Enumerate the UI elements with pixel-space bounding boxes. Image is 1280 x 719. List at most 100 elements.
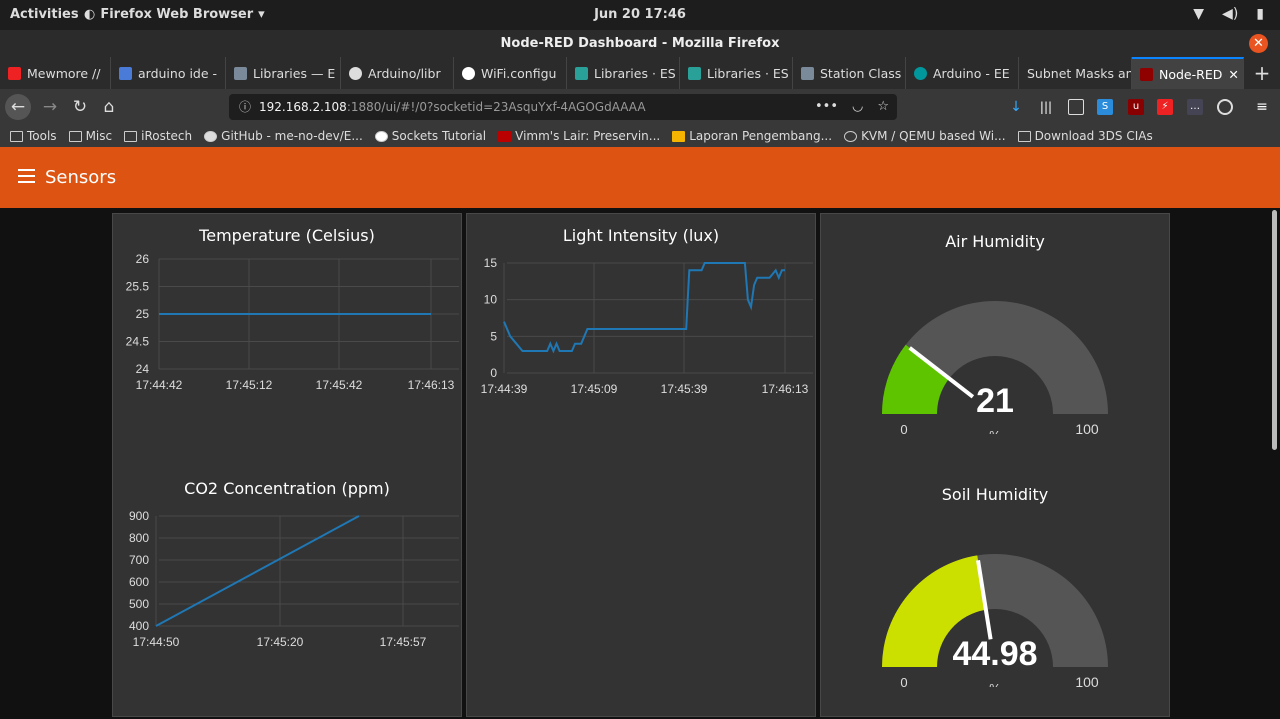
bookmark-github[interactable]: GitHub - me-no-dev/E... — [204, 129, 363, 143]
sockets-icon — [374, 130, 388, 142]
bookmark-sockets[interactable]: Sockets Tutorial — [374, 129, 486, 143]
dashboard-content: Temperature (Celsius) 26 25.5 25 24.5 24 17:4… — [0, 208, 1280, 719]
window-titlebar: Node-RED Dashboard - Mozilla Firefox ✕ — [0, 30, 1280, 57]
tab-label: Mewmore // — [27, 65, 101, 81]
x-tick-label: 17:46:13 — [408, 378, 455, 392]
card-left: Temperature (Celsius) 26 25.5 25 24.5 24 17:4… — [112, 213, 462, 717]
tab-mewmore[interactable]: Mewmore // — [0, 57, 111, 89]
x-tick-label: 17:44:42 — [136, 378, 183, 392]
chart-title: Temperature (Celsius) — [199, 226, 375, 245]
bookmark-label: Tools — [27, 129, 57, 143]
bookmark-kvm[interactable]: KVM / QEMU based Wi... — [844, 129, 1006, 143]
bookmark-label: Download 3DS CIAs — [1034, 129, 1153, 143]
bookmark-tools[interactable]: Tools — [10, 129, 57, 143]
y-tick-label: 25 — [136, 307, 150, 321]
reload-button[interactable]: ↻ — [67, 94, 93, 120]
temperature-chart: 26 25.5 25 24.5 24 17:44:42 17:45:12 17:45:42 17… — [126, 252, 459, 392]
folder-icon — [10, 130, 23, 142]
card-middle: Light Intensity (lux) 15 10 5 0 17:44:39 17:4… — [466, 213, 816, 717]
doc-icon — [234, 66, 247, 80]
window-close-button[interactable]: ✕ — [1249, 34, 1268, 53]
back-button[interactable]: ← — [5, 94, 31, 120]
bookmarks-toolbar: Tools Misc iRostech GitHub - me-no-dev/E… — [0, 125, 1280, 147]
bookmark-3ds[interactable]: Download 3DS CIAs — [1017, 129, 1153, 143]
tab-wifi-config[interactable]: WiFi.configu — [454, 57, 567, 89]
y-tick-label: 0 — [490, 366, 497, 380]
menu-icon[interactable] — [18, 169, 35, 183]
gauge-title: Soil Humidity — [941, 485, 1049, 504]
url-bar[interactable]: ⓘ 192.168.2.108:1880/ui/#!/0?socketid=23A… — [229, 94, 897, 120]
y-tick-label: 5 — [490, 329, 497, 343]
tab-label: Libraries · ES — [594, 65, 676, 81]
y-tick-label: 400 — [129, 619, 149, 633]
new-tab-button[interactable]: + — [1244, 57, 1280, 89]
tab-label: Libraries · ES — [707, 65, 789, 81]
system-top-bar: Activities ◐ Firefox Web Browser ▾ Jun 2… — [0, 0, 1280, 30]
tab-label: Node-RED — [1159, 66, 1223, 82]
bookmark-star-icon[interactable]: ☆ — [877, 94, 889, 120]
url-host: 192.168.2.108 — [259, 100, 347, 114]
downloads-icon[interactable]: ↓ — [1008, 99, 1024, 115]
page-icon — [1017, 130, 1031, 142]
y-tick-label: 25.5 — [126, 280, 150, 294]
system-tray[interactable]: ▼ ◀) ▮ — [1193, 6, 1264, 22]
x-tick-label: 17:44:39 — [481, 382, 528, 396]
forward-button[interactable]: → — [37, 94, 63, 120]
tab-subnet-masks[interactable]: Subnet Masks an — [1019, 57, 1132, 89]
close-icon[interactable]: ✕ — [1228, 67, 1238, 82]
doc-icon — [801, 66, 814, 80]
tab-station-class[interactable]: Station Class — [793, 57, 906, 89]
y-tick-label: 900 — [129, 509, 149, 523]
extension-red-icon[interactable]: ⚡ — [1157, 99, 1173, 115]
tab-label: Arduino/libr — [368, 65, 441, 81]
pocket-icon[interactable]: ◡ — [852, 94, 863, 120]
nav-toolbar: ← → ↻ ⌂ ⓘ 192.168.2.108:1880/ui/#!/0?sock… — [0, 89, 1280, 125]
info-icon[interactable]: ⓘ — [239, 100, 251, 114]
scrollbar[interactable] — [1272, 210, 1277, 450]
home-button[interactable]: ⌂ — [96, 94, 122, 120]
x-tick-label: 17:45:39 — [661, 382, 708, 396]
ublock-icon[interactable]: u — [1128, 99, 1144, 115]
page-actions-icon[interactable]: ••• — [815, 94, 838, 120]
extension-s-icon[interactable]: S — [1097, 99, 1113, 115]
github-icon — [349, 66, 362, 80]
tab-arduino-ide[interactable]: arduino ide - — [111, 57, 226, 89]
gauge-max: 100 — [1075, 421, 1099, 434]
series-line — [155, 515, 360, 627]
battery-icon: ▮ — [1256, 6, 1264, 22]
gauge-unit: % — [989, 681, 1001, 687]
library-icon[interactable]: ||| — [1038, 99, 1054, 115]
gauge-value: 21 — [976, 382, 1014, 420]
tab-label: Subnet Masks an — [1027, 65, 1132, 81]
bookmark-irostech[interactable]: iRostech — [124, 129, 192, 143]
site-icon — [119, 66, 132, 80]
y-tick-label: 10 — [484, 293, 498, 307]
tab-libraries-3[interactable]: Libraries · ES — [680, 57, 793, 89]
hamburger-menu-icon[interactable]: ≡ — [1254, 99, 1270, 115]
tab-label: arduino ide - — [138, 65, 218, 81]
tab-libraries-2[interactable]: Libraries · ES — [567, 57, 680, 89]
account-icon[interactable] — [1217, 99, 1233, 115]
y-tick-label: 26 — [136, 252, 150, 266]
extension-dots-icon[interactable]: … — [1187, 99, 1203, 115]
bookmark-vimm[interactable]: Vimm's Lair: Preservin... — [498, 129, 660, 143]
bookmark-laporan[interactable]: Laporan Pengembang... — [672, 129, 832, 143]
sidebar-icon[interactable] — [1068, 99, 1084, 115]
x-tick-label: 17:45:12 — [226, 378, 273, 392]
card-right: Air Humidity 21% 0 100 Soil Humidity 44.98… — [820, 213, 1170, 717]
gauge-min: 0 — [900, 422, 907, 434]
tab-libraries-1[interactable]: Libraries — E — [226, 57, 341, 89]
tab-arduino-ee[interactable]: Arduino - EE — [906, 57, 1019, 89]
bookmark-misc[interactable]: Misc — [68, 129, 112, 143]
tab-strip: Mewmore // arduino ide - Libraries — E A… — [0, 57, 1280, 89]
clock[interactable]: Jun 20 17:46 — [0, 7, 1280, 22]
slides-icon — [672, 130, 686, 142]
tab-github-arduino[interactable]: Arduino/libr — [341, 57, 454, 89]
y-tick-label: 15 — [484, 256, 498, 270]
arduino-icon — [914, 66, 927, 80]
tab-label: WiFi.configu — [481, 65, 557, 81]
tab-node-red[interactable]: Node-RED ✕ — [1132, 57, 1244, 89]
google-icon — [462, 66, 475, 80]
wifi-icon: ▼ — [1193, 6, 1205, 22]
gauge-value: 44.98 — [952, 635, 1037, 673]
